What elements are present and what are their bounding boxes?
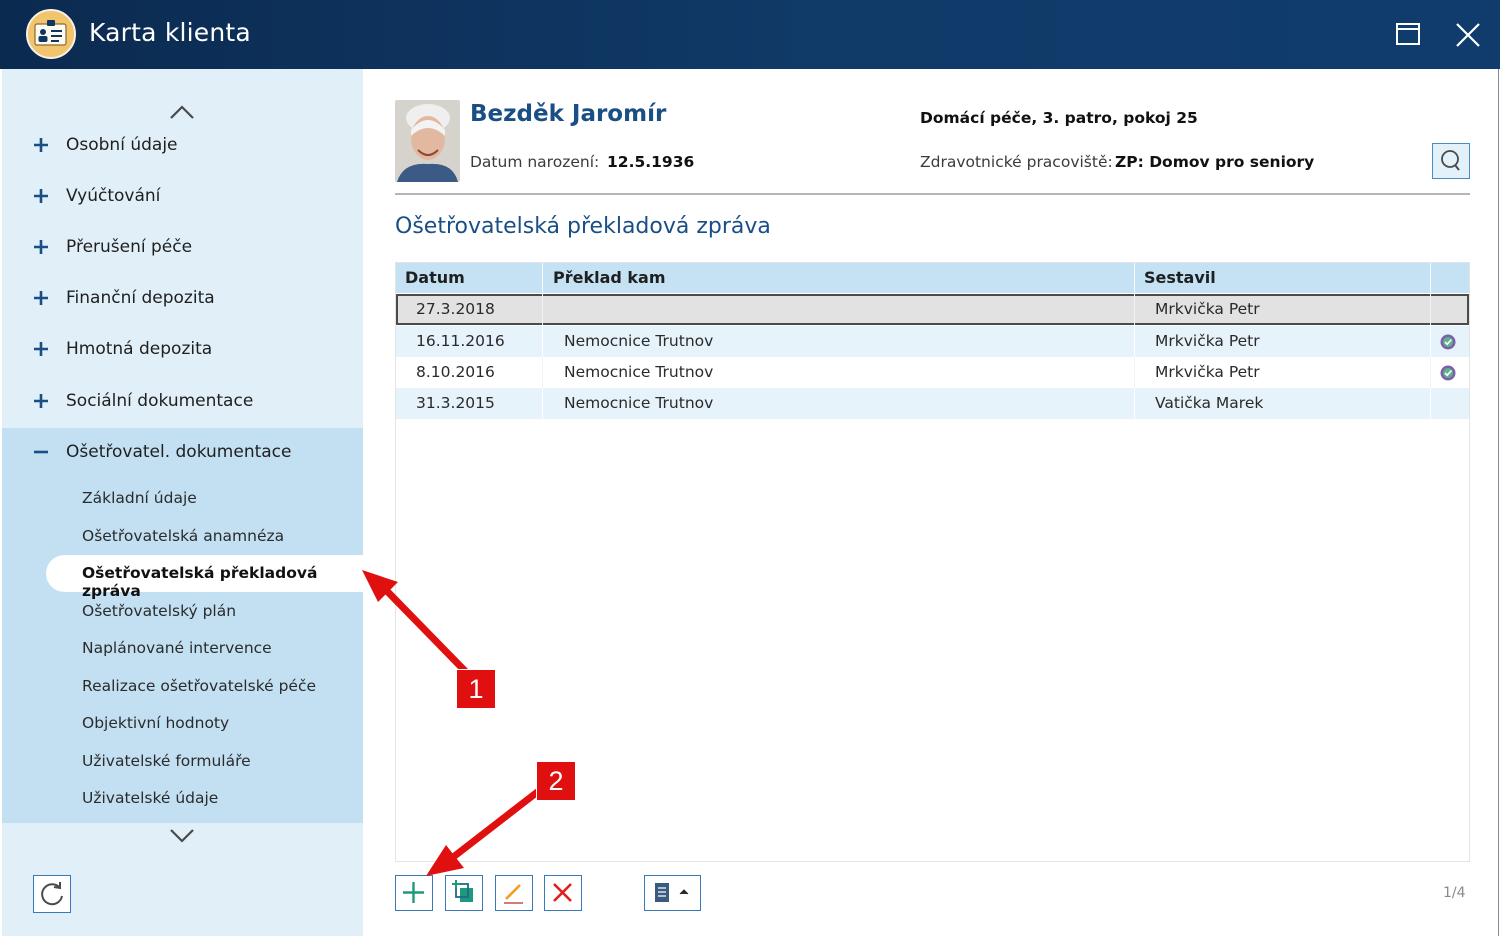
client-photo bbox=[395, 100, 460, 182]
plus-icon bbox=[34, 240, 48, 254]
client-location: Domácí péče, 3. patro, pokoj 25 bbox=[920, 109, 1198, 127]
main-panel: Bezděk Jaromír Datum narození: 12.5.1936… bbox=[363, 69, 1499, 936]
sidebar-item-billing[interactable]: Vyúčtování bbox=[2, 176, 363, 218]
sidebar-item-label: Hmotná depozita bbox=[66, 339, 213, 359]
plus-icon bbox=[34, 189, 48, 203]
sidebar-item-label: Vyúčtování bbox=[66, 186, 161, 206]
sidebar-subitem-basic-data[interactable]: Základní údaje bbox=[82, 489, 197, 507]
document-menu-button[interactable] bbox=[644, 875, 701, 911]
maximize-button[interactable] bbox=[1393, 20, 1423, 50]
sidebar: Osobní údaje Vyúčtování Přerušení péče F… bbox=[2, 69, 368, 936]
add-icon bbox=[403, 882, 424, 903]
close-button[interactable] bbox=[1452, 19, 1484, 51]
column-header-destination[interactable]: Překlad kam bbox=[553, 268, 666, 287]
search-button[interactable] bbox=[1432, 143, 1470, 179]
section-title: Ošetřovatelská překladová zpráva bbox=[395, 214, 771, 239]
sidebar-subitem-user-data[interactable]: Uživatelské údaje bbox=[82, 789, 218, 807]
callout-badge-2: 2 bbox=[536, 761, 576, 801]
refresh-icon bbox=[41, 882, 63, 906]
cell-date: 31.3.2015 bbox=[416, 394, 495, 412]
dob-value: 12.5.1936 bbox=[607, 153, 695, 171]
client-name: Bezděk Jaromír bbox=[470, 101, 667, 127]
table-row[interactable]: 27.3.2018 Mrkvička Petr bbox=[396, 294, 1469, 325]
sidebar-subitem-objective-values[interactable]: Objektivní hodnoty bbox=[82, 714, 229, 732]
delete-button[interactable] bbox=[544, 875, 582, 911]
plus-icon bbox=[34, 291, 48, 305]
table-header: Datum Překlad kam Sestavil bbox=[396, 263, 1469, 293]
window-title: Karta klienta bbox=[89, 18, 251, 47]
sidebar-item-material-deposits[interactable]: Hmotná depozita bbox=[2, 329, 363, 371]
chevron-down-icon bbox=[170, 829, 194, 843]
sidebar-item-label: Osobní údaje bbox=[66, 135, 178, 155]
edit-pencil-icon bbox=[504, 884, 523, 904]
signed-badge-icon bbox=[1440, 365, 1456, 381]
sidebar-item-nursing-documentation[interactable]: Ošetřovatel. dokumentace bbox=[2, 432, 363, 474]
cell-destination: Nemocnice Trutnov bbox=[564, 363, 714, 381]
chevron-up-icon bbox=[170, 105, 194, 119]
plus-icon bbox=[34, 394, 48, 408]
sidebar-item-personal-data[interactable]: Osobní údaje bbox=[2, 125, 363, 167]
sidebar-subitem-user-forms[interactable]: Uživatelské formuláře bbox=[82, 752, 251, 770]
cell-author: Mrkvička Petr bbox=[1155, 363, 1260, 381]
cell-destination: Nemocnice Trutnov bbox=[564, 394, 714, 412]
callout-badge-1: 1 bbox=[456, 669, 496, 709]
sidebar-item-financial-deposits[interactable]: Finanční depozita bbox=[2, 278, 363, 320]
sidebar-subitem-nursing-transfer-report[interactable]: Ošetřovatelská překladová zpráva bbox=[82, 564, 363, 600]
title-bar: Karta klienta bbox=[0, 0, 1500, 69]
sidebar-item-social-documentation[interactable]: Sociální dokumentace bbox=[2, 381, 363, 423]
workplace-value: ZP: Domov pro seniory bbox=[1115, 153, 1315, 171]
id-card-icon bbox=[26, 9, 76, 59]
sidebar-item-label: Sociální dokumentace bbox=[66, 391, 254, 411]
sidebar-item-label: Ošetřovatel. dokumentace bbox=[66, 442, 292, 462]
plus-icon bbox=[34, 138, 48, 152]
column-header-date[interactable]: Datum bbox=[405, 268, 465, 287]
maximize-icon bbox=[1396, 23, 1420, 45]
document-menu-icon bbox=[655, 883, 689, 902]
header-divider bbox=[395, 193, 1470, 195]
sidebar-scroll-down-button[interactable] bbox=[167, 826, 197, 846]
sidebar-subitem-care-realization[interactable]: Realizace ošetřovatelské péče bbox=[82, 677, 316, 695]
delete-x-icon bbox=[553, 883, 572, 902]
sidebar-item-care-interruption[interactable]: Přerušení péče bbox=[2, 227, 363, 269]
plus-icon bbox=[34, 342, 48, 356]
signed-badge-icon bbox=[1440, 334, 1456, 350]
cell-author: Mrkvička Petr bbox=[1155, 300, 1260, 318]
dob-label: Datum narození: bbox=[470, 153, 600, 171]
cell-date: 8.10.2016 bbox=[416, 363, 495, 381]
cell-date: 16.11.2016 bbox=[416, 332, 505, 350]
search-icon bbox=[1441, 150, 1460, 171]
cell-author: Vatička Marek bbox=[1155, 394, 1264, 412]
workplace-label: Zdravotnické pracoviště: bbox=[920, 153, 1113, 171]
sidebar-item-label: Finanční depozita bbox=[66, 288, 215, 308]
add-button[interactable] bbox=[395, 875, 433, 911]
sidebar-scroll-up-button[interactable] bbox=[167, 102, 197, 122]
page-indicator: 1/4 bbox=[1443, 885, 1466, 901]
copy-add-icon bbox=[452, 880, 473, 902]
cell-destination: Nemocnice Trutnov bbox=[564, 332, 714, 350]
column-header-author[interactable]: Sestavil bbox=[1144, 268, 1216, 287]
table-row[interactable]: 31.3.2015 Nemocnice Trutnov Vatička Mare… bbox=[396, 388, 1469, 419]
sidebar-subitem-planned-interventions[interactable]: Naplánované intervence bbox=[82, 639, 272, 657]
cell-date: 27.3.2018 bbox=[416, 300, 495, 318]
minus-icon bbox=[34, 450, 48, 454]
copy-add-button[interactable] bbox=[445, 875, 483, 911]
edit-button[interactable] bbox=[495, 875, 533, 911]
sidebar-item-label: Přerušení péče bbox=[66, 237, 193, 257]
close-icon bbox=[1456, 23, 1480, 47]
table-row[interactable]: 16.11.2016 Nemocnice Trutnov Mrkvička Pe… bbox=[396, 326, 1469, 357]
sidebar-subitem-nursing-plan[interactable]: Ošetřovatelský plán bbox=[82, 602, 236, 620]
cell-author: Mrkvička Petr bbox=[1155, 332, 1260, 350]
sidebar-subitem-nursing-anamnesis[interactable]: Ošetřovatelská anamnéza bbox=[82, 527, 284, 545]
table-row[interactable]: 8.10.2016 Nemocnice Trutnov Mrkvička Pet… bbox=[396, 357, 1469, 388]
refresh-button[interactable] bbox=[33, 875, 71, 913]
